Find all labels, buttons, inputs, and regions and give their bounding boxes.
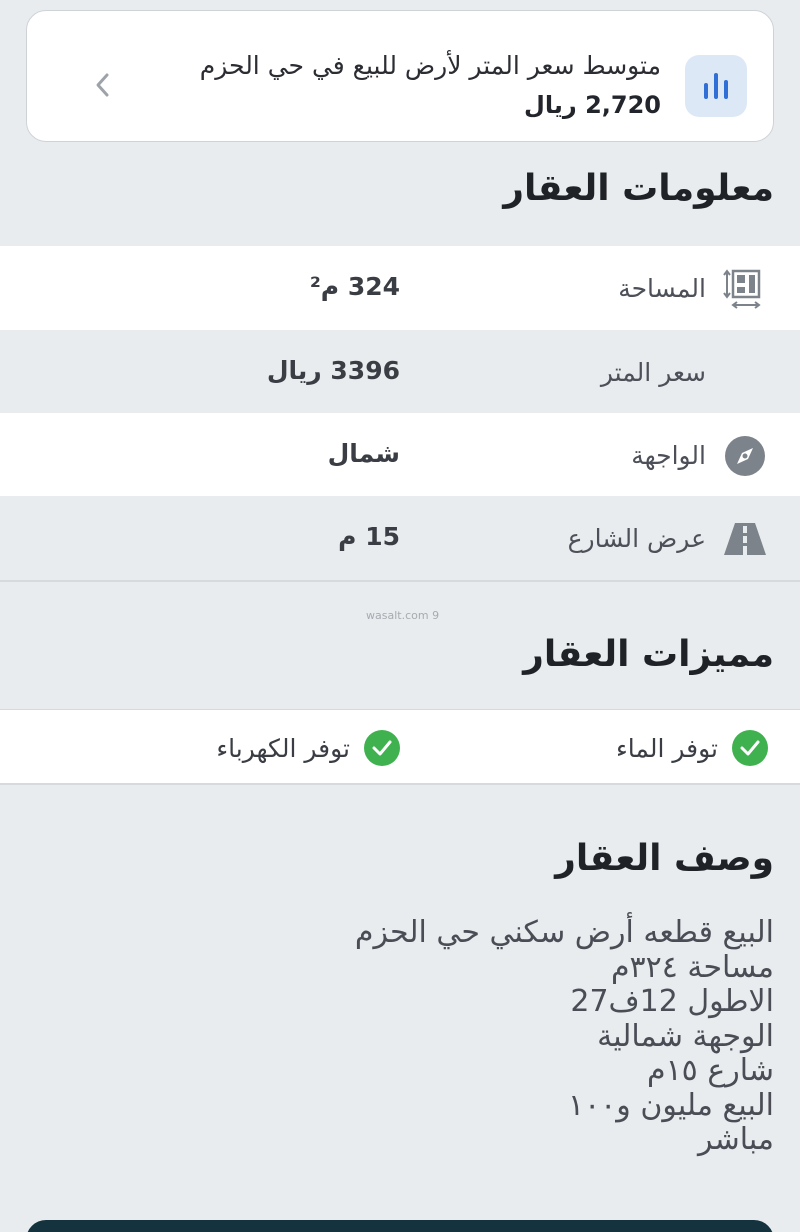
divider [0,580,800,582]
features-title: مميزات العقار [523,634,774,675]
description-line: الاطول 12ف27 [570,984,774,1019]
road-icon [722,516,768,562]
features-list: توفر الماء توفر الكهرباء [0,709,800,785]
info-row-facade: الواجهة شمال [0,413,800,497]
bottom-action-bar[interactable] [26,1220,774,1232]
feature-label: توفر الماء [616,733,718,763]
area-value: 324 م² [309,272,400,301]
facade-value: شمال [327,439,400,468]
description-line: البيع مليون و١٠٠ [567,1087,774,1123]
description-line: شارع ١٥م [646,1053,774,1088]
feature-water: توفر الماء [616,730,768,766]
description-line: البيع قطعه أرض سكني حي الحزم [354,915,774,950]
check-circle-icon [364,730,400,766]
description-text: البيع قطعه أرض سكني حي الحزم مساحة ٣٢٤م … [174,915,774,1158]
info-row-price-per-meter: سعر المتر 3396 ريال [0,330,800,414]
price-per-meter-label: سعر المتر [600,358,706,387]
description-title: وصف العقار [555,838,774,879]
info-row-area: المساحة 324 م² [0,246,800,330]
info-row-street-width: عرض الشارع 15 م [0,496,800,580]
bar-chart-icon [685,55,747,117]
description-line: مباشر [698,1122,774,1157]
description-line: مساحة ٣٢٤م [610,949,774,985]
feature-label: توفر الكهرباء [216,733,350,763]
street-width-value: 15 م [338,522,400,551]
area-label: المساحة [618,274,706,303]
check-circle-icon [732,730,768,766]
street-width-label: عرض الشارع [567,524,706,553]
compass-icon [722,433,768,479]
property-info-title: معلومات العقار [503,168,774,209]
average-price-value: 2,720 ريال [524,91,661,119]
average-price-title: متوسط سعر المتر لأرض للبيع في حي الحزم [199,51,661,80]
chevron-left-icon[interactable] [89,69,117,101]
average-price-card[interactable]: متوسط سعر المتر لأرض للبيع في حي الحزم 2… [26,10,774,142]
area-icon [722,266,768,312]
feature-electricity: توفر الكهرباء [216,730,400,766]
watermark: wasalt.com 9 [366,609,440,622]
description-line: الوجهة شمالية [597,1018,774,1054]
facade-label: الواجهة [631,441,706,470]
price-per-meter-value: 3396 ريال [266,356,400,385]
